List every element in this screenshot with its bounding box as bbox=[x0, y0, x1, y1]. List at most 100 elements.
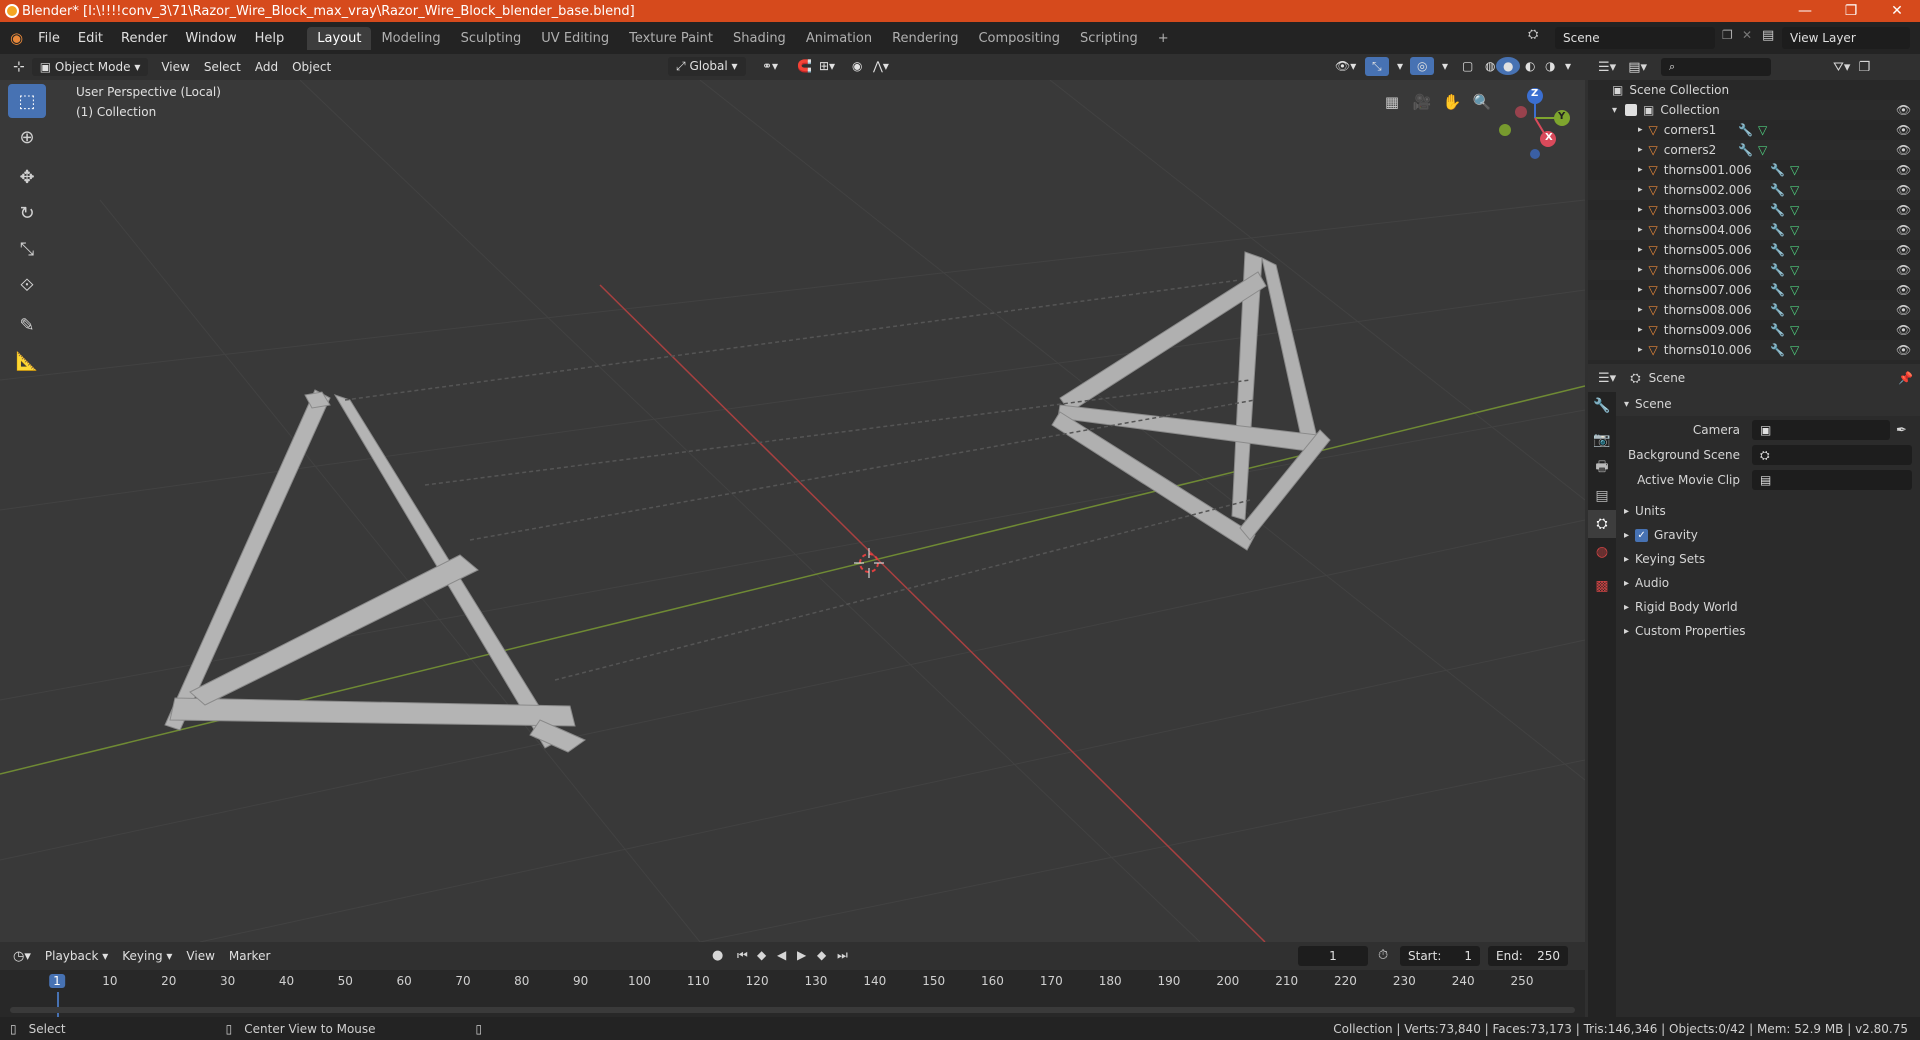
mesh-data-icon[interactable]: ▽ bbox=[1790, 283, 1799, 297]
menu-window[interactable]: Window bbox=[176, 31, 245, 46]
timeline-scrollbar[interactable] bbox=[10, 1007, 1575, 1013]
mesh-data-icon[interactable]: ▽ bbox=[1790, 183, 1799, 197]
modifier-icon[interactable]: 🔧 bbox=[1770, 303, 1785, 317]
outliner-row-object[interactable]: ▸ ▽ thorns003.006 🔧 ▽ 👁 bbox=[1588, 200, 1920, 220]
outliner-row-object[interactable]: ▸ ▽ thorns004.006 🔧 ▽ 👁 bbox=[1588, 220, 1920, 240]
tab-view-layer[interactable]: ▤ bbox=[1588, 482, 1616, 510]
measure-tool[interactable]: 📐 bbox=[8, 344, 46, 378]
falloff-icon[interactable]: ⋀▾ bbox=[866, 57, 896, 75]
outliner-row-object[interactable]: ▸ ▽ thorns010.006 🔧 ▽ 👁 bbox=[1588, 340, 1920, 360]
eye-icon[interactable]: 👁 bbox=[1896, 303, 1911, 317]
modifier-icon[interactable]: 🔧 bbox=[1770, 243, 1785, 257]
collection-checkbox[interactable] bbox=[1625, 104, 1638, 116]
menu-marker[interactable]: Marker bbox=[222, 947, 277, 965]
outliner-editor-type-icon[interactable]: ☰▾ bbox=[1598, 60, 1616, 75]
play-icon[interactable]: ▶ bbox=[797, 948, 806, 962]
modifier-icon[interactable]: 🔧 bbox=[1770, 283, 1785, 297]
custom-properties-section[interactable]: ▸ Custom Properties bbox=[1616, 619, 1920, 643]
outliner-row-object[interactable]: ▸ ▽ thorns002.006 🔧 ▽ 👁 bbox=[1588, 180, 1920, 200]
modifier-icon[interactable]: 🔧 bbox=[1738, 143, 1753, 157]
delete-scene-icon[interactable]: ✕ bbox=[1742, 28, 1752, 42]
disclosure-triangle-icon[interactable]: ▸ bbox=[1638, 345, 1643, 355]
mesh-data-icon[interactable]: ▽ bbox=[1790, 263, 1799, 277]
scene-panel-header[interactable]: ▾ Scene bbox=[1616, 392, 1920, 416]
outliner-row-object[interactable]: ▸ ▽ thorns006.006 🔧 ▽ 👁 bbox=[1588, 260, 1920, 280]
eyedropper-icon[interactable]: ✒ bbox=[1896, 423, 1907, 438]
gravity-section[interactable]: ▸ ✓ Gravity bbox=[1616, 523, 1920, 547]
menu-object[interactable]: Object bbox=[285, 58, 338, 76]
tab-tool[interactable]: 🔧 bbox=[1588, 392, 1616, 420]
timeline-ruler[interactable]: 1 10 20 30 40 50 60 70 80 90 100 110 120 130 140 150 160… bbox=[0, 970, 1585, 992]
select-box-tool[interactable]: ⬚ bbox=[8, 84, 46, 118]
disclosure-triangle-icon[interactable]: ▸ bbox=[1638, 325, 1643, 335]
modifier-icon[interactable]: 🔧 bbox=[1770, 203, 1785, 217]
eye-icon[interactable]: 👁 bbox=[1896, 343, 1911, 357]
blender-menu-icon[interactable]: ◉ bbox=[10, 29, 23, 47]
orientation-dropdown[interactable]: ⤢ Global ▾ bbox=[668, 57, 746, 76]
rotate-tool[interactable]: ↻ bbox=[8, 196, 46, 230]
view-layer-field[interactable]: View Layer bbox=[1782, 27, 1910, 49]
modifier-icon[interactable]: 🔧 bbox=[1770, 223, 1785, 237]
pin-icon[interactable]: 📌 bbox=[1898, 371, 1913, 385]
record-icon[interactable]: ● bbox=[712, 948, 723, 963]
end-frame-field[interactable]: End: 250 bbox=[1488, 946, 1568, 966]
add-workspace-button[interactable]: + bbox=[1148, 27, 1179, 50]
transform-tool[interactable]: ⟐ bbox=[8, 268, 46, 302]
menu-timeline-view[interactable]: View bbox=[179, 947, 221, 965]
mesh-data-icon[interactable]: ▽ bbox=[1790, 323, 1799, 337]
tab-texture[interactable]: ▩ bbox=[1588, 572, 1616, 600]
mesh-data-icon[interactable]: ▽ bbox=[1758, 143, 1767, 157]
tab-animation[interactable]: Animation bbox=[796, 27, 882, 50]
gizmo-toggle-icon[interactable]: ⤡ bbox=[1365, 57, 1389, 76]
move-tool[interactable]: ✥ bbox=[8, 160, 46, 194]
eye-icon[interactable]: 👁 bbox=[1896, 203, 1911, 217]
mesh-data-icon[interactable]: ▽ bbox=[1758, 123, 1767, 137]
tab-world[interactable]: ◍ bbox=[1588, 538, 1616, 566]
outliner-row-object[interactable]: ▸ ▽ thorns008.006 🔧 ▽ 👁 bbox=[1588, 300, 1920, 320]
display-mode-icon[interactable]: ▤▾ bbox=[1628, 60, 1647, 75]
tab-shading[interactable]: Shading bbox=[723, 27, 796, 50]
disclosure-triangle-icon[interactable]: ▸ bbox=[1638, 265, 1643, 275]
eye-icon[interactable]: 👁 bbox=[1896, 223, 1911, 237]
scene-selector-icon[interactable]: ⛭ bbox=[1528, 27, 1538, 42]
outliner-search-field[interactable]: ⌕ bbox=[1661, 58, 1771, 76]
disclosure-triangle-icon[interactable]: ▸ bbox=[1638, 145, 1643, 155]
menu-help[interactable]: Help bbox=[246, 31, 294, 46]
tab-scripting[interactable]: Scripting bbox=[1070, 27, 1148, 50]
modifier-icon[interactable]: 🔧 bbox=[1770, 263, 1785, 277]
camera-field[interactable]: ▣ bbox=[1752, 420, 1890, 440]
outliner-row-object[interactable]: ▸ ▽ corners1 🔧 ▽ 👁 bbox=[1588, 120, 1920, 140]
audio-section[interactable]: ▸ Audio bbox=[1616, 571, 1920, 595]
disclosure-triangle-icon[interactable]: ▸ bbox=[1638, 245, 1643, 255]
modifier-icon[interactable]: 🔧 bbox=[1770, 183, 1785, 197]
overlay-toggle-icon[interactable]: ◎ bbox=[1410, 57, 1435, 75]
filter-icon[interactable]: ⛛▾ bbox=[1833, 60, 1850, 75]
visibility-icon[interactable]: 👁▾ bbox=[1328, 57, 1363, 75]
disclosure-triangle-icon[interactable]: ▸ bbox=[1638, 205, 1643, 215]
keying-sets-section[interactable]: ▸ Keying Sets bbox=[1616, 547, 1920, 571]
disclosure-triangle-icon[interactable]: ▾ bbox=[1612, 105, 1617, 116]
snap-target-icon[interactable]: ⊞▾ bbox=[812, 57, 842, 75]
properties-editor-type-icon[interactable]: ☰▾ bbox=[1598, 371, 1616, 386]
mesh-data-icon[interactable]: ▽ bbox=[1790, 163, 1799, 177]
outliner-row-object[interactable]: ▸ ▽ thorns005.006 🔧 ▽ 👁 bbox=[1588, 240, 1920, 260]
start-frame-field[interactable]: Start: 1 bbox=[1400, 946, 1480, 966]
menu-render[interactable]: Render bbox=[112, 31, 176, 46]
chevron-down-icon[interactable]: ▾ bbox=[1558, 57, 1578, 75]
eye-icon[interactable]: 👁 bbox=[1896, 183, 1911, 197]
menu-select[interactable]: Select bbox=[197, 58, 248, 76]
zoom-icon[interactable]: 🔍 bbox=[1468, 88, 1496, 116]
next-keyframe-icon[interactable]: ◆ bbox=[817, 948, 826, 962]
current-frame-field[interactable]: 1 bbox=[1298, 946, 1368, 966]
tab-texture-paint[interactable]: Texture Paint bbox=[619, 27, 723, 50]
disclosure-triangle-icon[interactable]: ▸ bbox=[1638, 165, 1643, 175]
scale-tool[interactable]: ⤡ bbox=[8, 232, 46, 266]
chevron-down-icon[interactable]: ▾ bbox=[1390, 57, 1410, 75]
modifier-icon[interactable]: 🔧 bbox=[1770, 163, 1785, 177]
prev-keyframe-icon[interactable]: ◆ bbox=[757, 948, 766, 962]
background-scene-field[interactable]: ⛭ bbox=[1752, 445, 1912, 465]
tab-layout[interactable]: Layout bbox=[307, 26, 372, 50]
new-collection-icon[interactable]: ❐ bbox=[1858, 60, 1870, 75]
3d-viewport[interactable]: Z Y X User Perspective (Local) (1) Colle… bbox=[0, 80, 1585, 942]
eye-icon[interactable]: 👁 bbox=[1896, 163, 1911, 177]
